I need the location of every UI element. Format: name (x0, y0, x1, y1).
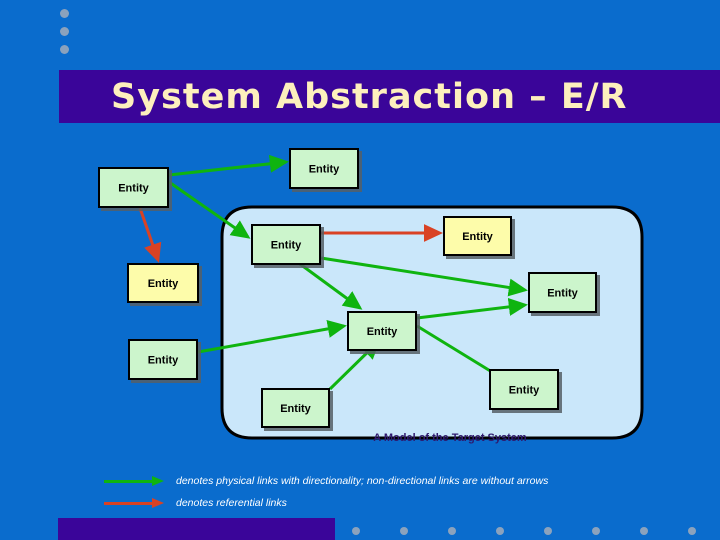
entity-label: Entity (148, 354, 179, 366)
entity-label: Entity (509, 384, 540, 396)
diagram-caption: A Model of the Target System (373, 432, 527, 444)
entity-label: Entity (280, 403, 311, 415)
decor-dot-icon (400, 527, 408, 535)
decor-dot-icon (60, 27, 69, 36)
entity-label: Entity (118, 182, 149, 194)
decor-dot-icon (544, 527, 552, 535)
link-physical (168, 154, 289, 177)
legend-row-referential: denotes referential links (104, 495, 287, 511)
decor-dot-icon (448, 527, 456, 535)
entity-box[interactable]: Entity (528, 272, 597, 313)
entity-label: Entity (271, 239, 302, 251)
decor-dot-icon (688, 527, 696, 535)
green-arrow-icon (104, 476, 166, 486)
decor-dot-icon (60, 45, 69, 54)
entity-box[interactable]: Entity (128, 339, 198, 380)
decor-dot-icon (496, 527, 504, 535)
red-arrow-icon (104, 498, 166, 508)
legend-text-referential: denotes referential links (176, 497, 287, 509)
bottom-accent-bar (58, 518, 335, 540)
link-referential (138, 207, 162, 263)
title-bar: System Abstraction – E/R (59, 70, 720, 123)
decor-dot-icon (592, 527, 600, 535)
entity-box[interactable]: Entity (489, 369, 559, 410)
entity-label: Entity (462, 231, 493, 243)
decor-dot-icon (352, 527, 360, 535)
entity-box[interactable]: Entity (127, 263, 199, 303)
legend: denotes physical links with directionali… (0, 468, 720, 513)
entity-box[interactable]: Entity (261, 388, 330, 428)
legend-text-physical: denotes physical links with directionali… (176, 475, 549, 487)
entity-label: Entity (367, 326, 398, 338)
entity-label: Entity (547, 287, 578, 299)
decor-dot-icon (640, 527, 648, 535)
decor-dot-icon (60, 9, 69, 18)
page-title: System Abstraction – E/R (111, 76, 628, 117)
entity-box[interactable]: Entity (443, 216, 512, 256)
entity-relationship-diagram: Entity Entity Entity Entity Entity Entit… (0, 130, 720, 470)
entity-label: Entity (148, 278, 179, 290)
slide-canvas: System Abstraction – E/R Entity Entity E… (0, 0, 720, 540)
entity-box[interactable]: Entity (251, 224, 321, 265)
entity-box[interactable]: Entity (347, 311, 417, 351)
entity-box[interactable]: Entity (289, 148, 359, 189)
legend-row-physical: denotes physical links with directionali… (104, 473, 548, 489)
entity-label: Entity (309, 163, 340, 175)
entity-box[interactable]: Entity (98, 167, 169, 208)
